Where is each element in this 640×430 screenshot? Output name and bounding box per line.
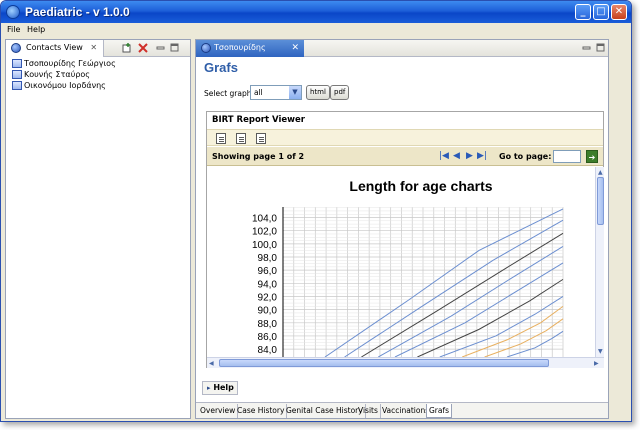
help-label: Help [213,383,234,392]
help-section-toggle[interactable]: ▸ Help [202,381,238,395]
goto-page-button[interactable]: ➔ [586,150,598,163]
horizontal-scroll-thumb[interactable] [219,359,549,367]
y-tick-label: 86,0 [258,332,278,343]
minimize-button[interactable]: _ [575,4,591,20]
chevron-down-icon: ▼ [289,86,301,99]
contacts-view-tab-label: Contacts View [26,43,83,52]
app-globe-icon [6,5,20,19]
editor-maximize-icon[interactable] [596,43,605,55]
scroll-down-icon[interactable]: ▼ [598,347,603,356]
contact-list: Τσοπουρίδης Γεώργιος Κουνής Σταύρος Οικο… [6,58,190,91]
parameters-icon[interactable] [236,133,246,144]
menu-bar: File Help [1,23,631,37]
contacts-view: Contacts View ✕ Τσοπουρίδης Γεώργιος Κου… [5,39,191,419]
y-tick-label: 104,0 [252,214,277,225]
page-status: Showing page 1 of 2 [212,152,305,161]
scroll-left-icon[interactable]: ◀ [209,359,214,368]
last-page-icon[interactable]: ▶| [477,151,487,161]
editor-tabbar: Τσοπουρίδης Γεώργιος ✕ [196,40,608,68]
person-icon [12,59,22,68]
close-button[interactable]: ✕ [611,4,627,20]
y-tick-label: 90,0 [258,306,278,317]
contacts-view-tab[interactable]: Contacts View ✕ [6,40,105,57]
toc-icon[interactable] [216,133,226,144]
birt-report-viewer: BIRT Report Viewer Showing page 1 of 2 |… [206,111,604,368]
pdf-button[interactable]: pdf [330,85,350,100]
birt-toolbar [207,129,603,146]
globe-icon [201,43,211,53]
tab-vaccinations[interactable]: Vaccinations [380,404,433,418]
patient-section-tabs: Overview Case History Genital Case Histo… [196,402,608,418]
contact-item[interactable]: Τσοπουρίδης Γεώργιος [6,58,190,69]
contact-item[interactable]: Κουνής Σταύρος [6,69,190,80]
y-tick-label: 100,0 [252,240,277,251]
report-vertical-scrollbar[interactable]: ▲ ▼ [595,167,604,357]
select-graph-row: Select graph all ▼ html pdf [204,85,404,101]
birt-title: BIRT Report Viewer [212,115,305,125]
tab-genital-case-history[interactable]: Genital Case History [284,404,366,418]
view-minimize-icon[interactable] [156,43,165,55]
menu-help[interactable]: Help [27,25,45,34]
y-tick-label: 92,0 [258,292,278,303]
maximize-button[interactable]: □ [593,4,609,20]
expand-arrow-icon: ▸ [207,384,211,392]
birt-navigation-bar: Showing page 1 of 2 |◀ ◀ ▶ ▶| Go to page… [207,147,603,166]
contact-item[interactable]: Οικονόμου Ιορδάνης [6,80,190,91]
chart-title: Length for age charts [349,178,492,194]
patient-editor: Τσοπουρίδης Γεώργιος ✕ Grafs Select grap… [195,39,609,419]
editor-tab[interactable]: Τσοπουρίδης Γεώργιος ✕ [196,40,304,68]
y-tick-label: 102,0 [252,227,277,238]
tab-grafs[interactable]: Grafs [426,404,453,418]
grafs-heading: Grafs [204,60,238,75]
growth-curve-line [361,232,564,357]
vertical-scroll-thumb[interactable] [597,177,604,225]
previous-page-icon[interactable]: ◀ [453,151,460,161]
y-tick-label: 96,0 [258,266,278,277]
tab-overview[interactable]: Overview [198,404,239,418]
new-contact-icon[interactable] [122,43,132,56]
html-button[interactable]: html [306,85,330,100]
window-title: Paediatric - v 1.0.0 [25,5,130,19]
export-icon[interactable] [256,133,266,144]
contact-name: Οικονόμου Ιορδάνης [24,81,106,90]
scroll-up-icon[interactable]: ▲ [598,168,603,177]
y-tick-label: 98,0 [258,253,278,264]
y-tick-label: 94,0 [258,279,278,290]
title-bar[interactable]: Paediatric - v 1.0.0 _ □ ✕ [1,1,631,23]
contact-name: Κουνής Σταύρος [24,70,90,79]
tab-visits[interactable]: Visits [356,404,381,418]
y-tick-label: 84,0 [258,345,278,356]
app-window: Paediatric - v 1.0.0 _ □ ✕ File Help Con… [0,0,632,422]
first-page-icon[interactable]: |◀ [439,151,449,161]
next-page-icon[interactable]: ▶ [466,151,473,161]
contacts-view-close-icon[interactable]: ✕ [90,43,97,52]
menu-file[interactable]: File [7,25,20,34]
select-graph-label: Select graph [204,89,252,98]
globe-icon [11,43,21,53]
report-content: Length for age charts 104,0 102,0 100,0 98,0… [207,167,595,357]
goto-page-input[interactable] [553,150,581,163]
view-maximize-icon[interactable] [170,43,179,55]
editor-tab-close-icon[interactable]: ✕ [291,40,299,56]
person-icon [12,81,22,90]
length-for-age-chart: Length for age charts 104,0 102,0 100,0 98,0… [252,178,564,357]
tab-case-history[interactable]: Case History [235,404,288,418]
y-tick-label: 88,0 [258,319,278,330]
editor-minimize-icon[interactable] [582,43,591,55]
delete-contact-icon[interactable] [138,43,148,56]
contact-name: Τσοπουρίδης Γεώργιος [24,59,116,68]
growth-curve-line [439,296,564,357]
report-horizontal-scrollbar[interactable]: ◀ ▶ [207,357,604,368]
goto-page-label: Go to page: [499,152,552,161]
select-graph-dropdown[interactable]: all ▼ [250,85,302,100]
select-graph-value: all [254,88,263,97]
person-icon [12,70,22,79]
scroll-right-icon[interactable]: ▶ [594,359,599,368]
contacts-view-tabbar: Contacts View ✕ [6,40,190,57]
